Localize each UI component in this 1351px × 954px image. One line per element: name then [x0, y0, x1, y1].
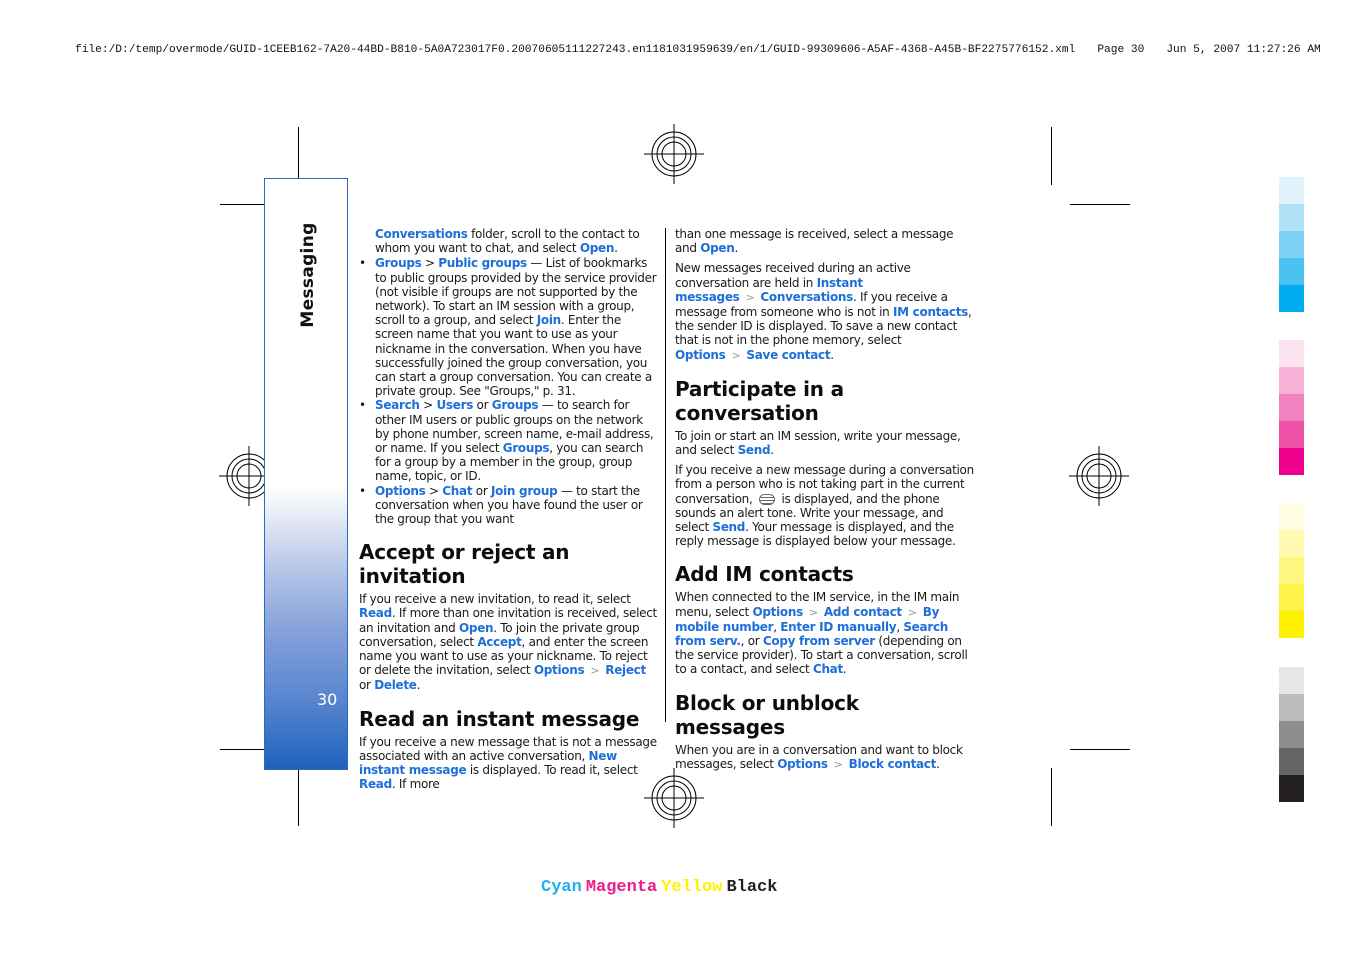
list-item: Search > Users or Groups — to search for… — [359, 398, 659, 483]
paragraph: When connected to the IM service, in the… — [675, 590, 968, 677]
section-title: Messaging — [298, 222, 318, 328]
column-divider — [665, 228, 666, 722]
paragraph: than one message is received, select a m… — [675, 227, 954, 256]
cmyk-label: Cyan Magenta Yellow Black — [541, 878, 781, 897]
color-swatch — [1279, 340, 1304, 367]
color-swatch — [1279, 177, 1304, 204]
cmyk-magenta: Magenta — [585, 878, 658, 897]
color-swatch — [1279, 721, 1304, 748]
color-swatch — [1279, 367, 1304, 394]
color-bar-cyan — [1279, 177, 1304, 312]
page-number: 30 — [317, 690, 338, 709]
heading-read-message: Read an instant message — [359, 706, 640, 731]
color-swatch — [1279, 584, 1304, 611]
color-swatch — [1279, 611, 1304, 638]
crop-mark — [1070, 204, 1130, 205]
menu-term: Conversations — [375, 227, 468, 241]
intro-paragraph: Conversations folder, scroll to the cont… — [375, 227, 640, 256]
crop-mark — [1051, 127, 1052, 185]
new-message-icon — [758, 493, 775, 505]
menu-separator-icon: > — [731, 348, 741, 362]
file-path: file:/D:/temp/overmode/GUID-1CEEB162-7A2… — [75, 44, 1076, 56]
color-swatch — [1279, 667, 1304, 694]
paragraph: To join or start an IM session, write yo… — [675, 428, 961, 458]
registration-mark-icon — [1069, 446, 1129, 506]
crop-mark — [1051, 768, 1052, 826]
option-list: Groups > Public groups — List of bookmar… — [359, 256, 659, 526]
crop-mark — [1070, 749, 1130, 750]
color-swatch — [1279, 748, 1304, 775]
cmyk-black: Black — [726, 878, 778, 897]
menu-separator-icon: > — [833, 757, 843, 771]
color-swatch — [1279, 448, 1304, 475]
color-swatch — [1279, 394, 1304, 421]
paragraph: If you receive a new invitation, to read… — [359, 592, 657, 693]
color-swatch — [1279, 231, 1304, 258]
list-item: Options > Chat or Join group — to start … — [359, 484, 659, 527]
menu-term: Open — [579, 241, 615, 256]
color-bar-black — [1279, 667, 1304, 802]
heading-accept-invitation: Accept or reject an invitation — [359, 540, 570, 589]
color-swatch — [1279, 694, 1304, 721]
heading-participate: Participate in a conversation — [675, 376, 844, 425]
heading-block-messages: Block or unblock messages — [675, 690, 859, 739]
registration-mark-icon — [644, 124, 704, 184]
menu-separator-icon: > — [590, 664, 600, 678]
column-left: Conversations folder, scroll to the cont… — [359, 227, 659, 798]
paragraph: New messages received during an active c… — [675, 261, 972, 362]
color-swatch — [1279, 775, 1304, 802]
color-swatch — [1279, 557, 1304, 584]
column-right: than one message is received, select a m… — [675, 227, 975, 778]
cmyk-yellow: Yellow — [661, 878, 723, 897]
heading-add-contacts: Add IM contacts — [675, 562, 854, 587]
color-swatch — [1279, 258, 1304, 285]
crop-mark — [298, 768, 299, 826]
color-swatch — [1279, 204, 1304, 231]
list-item: Groups > Public groups — List of bookmar… — [359, 256, 659, 398]
color-swatch — [1279, 285, 1304, 312]
paragraph: If you receive a new message that is not… — [359, 734, 657, 792]
paragraph: When you are in a conversation and want … — [675, 742, 963, 771]
page-label: Page 30 — [1097, 44, 1145, 56]
color-swatch — [1279, 530, 1304, 557]
menu-separator-icon: > — [808, 605, 818, 619]
print-datetime: Jun 5, 2007 11:27:26 AM — [1166, 44, 1321, 56]
color-swatch — [1279, 421, 1304, 448]
menu-separator-icon: > — [907, 605, 917, 619]
crop-mark — [298, 127, 299, 185]
menu-separator-icon: > — [745, 290, 755, 304]
color-bar-yellow — [1279, 503, 1304, 638]
print-header: file:/D:/temp/overmode/GUID-1CEEB162-7A2… — [75, 44, 1343, 56]
color-bar-magenta — [1279, 340, 1304, 475]
color-swatch — [1279, 503, 1304, 530]
cmyk-cyan: Cyan — [541, 878, 582, 897]
paragraph: If you receive a new message during a co… — [675, 463, 974, 549]
